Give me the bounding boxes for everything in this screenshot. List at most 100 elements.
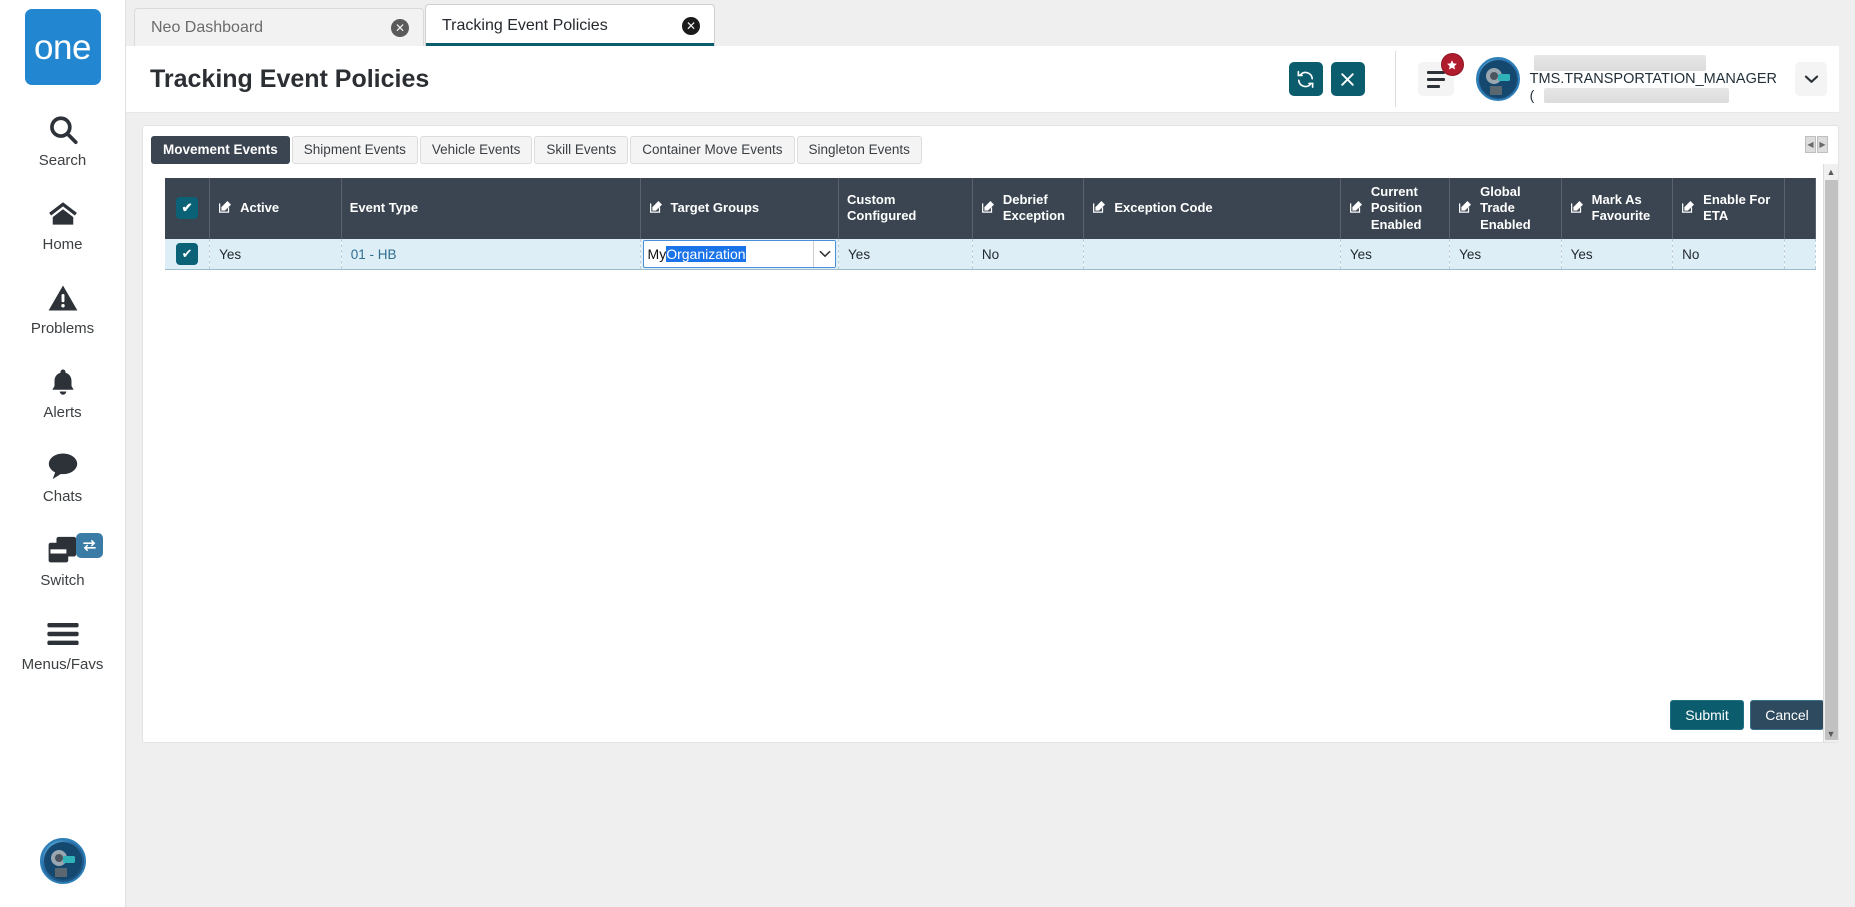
row-checkbox[interactable]: ✔: [176, 243, 199, 265]
sidebar-item-chats[interactable]: Chats: [0, 447, 125, 505]
bell-icon: [48, 363, 78, 401]
panel-tab-row: Movement Events Shipment Events Vehicle …: [143, 126, 1838, 164]
column-header-mark-as-favourite[interactable]: Mark As Favourite: [1561, 178, 1674, 239]
scroll-up-icon[interactable]: ▲: [1824, 164, 1838, 180]
warning-triangle-icon: [46, 279, 80, 317]
windows-stack-icon: [46, 531, 80, 569]
refresh-button[interactable]: [1288, 62, 1323, 96]
browser-tab-tracking-event-policies[interactable]: Tracking Event Policies ✕: [425, 4, 715, 46]
sidebar-item-label: Switch: [40, 572, 85, 589]
tab-vehicle-events[interactable]: Vehicle Events: [419, 136, 533, 164]
grid-area: ✔ Active Event Type Target Groups Custom…: [143, 164, 1838, 742]
user-info[interactable]: TMS.TRANSPORTATION_MANAGER (: [1530, 50, 1777, 108]
cell-custom-configured[interactable]: Yes: [838, 238, 973, 271]
target-groups-input[interactable]: My Organization: [644, 246, 814, 262]
column-header-label: Current Position Enabled: [1370, 184, 1423, 232]
policies-panel: Movement Events Shipment Events Vehicle …: [142, 125, 1839, 743]
app-logo[interactable]: one: [24, 9, 101, 85]
column-header-active[interactable]: Active: [209, 178, 342, 239]
sidebar-item-problems[interactable]: Problems: [0, 279, 125, 337]
cell-target-groups[interactable]: My Organization: [640, 238, 840, 271]
edit-icon: [1458, 199, 1473, 218]
app-logo-text: one: [34, 27, 91, 67]
cell-global-trade-enabled[interactable]: Yes: [1449, 238, 1562, 271]
user-name: TMS.TRANSPORTATION_MANAGER: [1529, 71, 1777, 87]
user-avatar[interactable]: [1475, 57, 1520, 101]
vertical-scrollbar[interactable]: ▲ ▼: [1823, 164, 1838, 742]
column-header-label: Mark As Favourite: [1591, 192, 1651, 224]
cell-event-type[interactable]: 01 - HB: [341, 238, 641, 271]
scroll-right-icon[interactable]: ▶: [1817, 136, 1828, 153]
cell-active[interactable]: Yes: [209, 238, 342, 271]
column-header-spacer: [1784, 178, 1817, 239]
cell-spacer: [1784, 238, 1817, 271]
tab-skill-events[interactable]: Skill Events: [534, 136, 629, 164]
column-header-label: Target Groups: [670, 200, 760, 216]
redacted-org-field: [1544, 87, 1730, 103]
edit-icon: [1092, 199, 1107, 218]
cell-current-position-enabled[interactable]: Yes: [1340, 238, 1451, 271]
scrollbar-thumb[interactable]: [1825, 180, 1838, 740]
select-all-checkbox[interactable]: ✔: [176, 197, 199, 220]
edit-icon: [218, 199, 233, 218]
sidebar-item-search[interactable]: Search: [0, 111, 125, 169]
browser-tab-label: Tracking Event Policies: [442, 16, 608, 34]
browser-tab-label: Neo Dashboard: [151, 18, 264, 36]
chat-bubble-icon: [46, 447, 80, 485]
sidebar-item-label: Chats: [42, 488, 83, 505]
tab-singleton-events[interactable]: Singleton Events: [796, 136, 922, 164]
autocomplete-suggestion: Organization: [666, 246, 746, 262]
column-header-label: Enable For ETA: [1703, 192, 1771, 224]
column-header-global-trade-enabled[interactable]: Global Trade Enabled: [1449, 178, 1562, 239]
chevron-down-icon[interactable]: [813, 241, 836, 267]
edit-icon: [1349, 199, 1364, 218]
sidebar-item-label: Alerts: [43, 404, 82, 421]
chevron-down-icon[interactable]: [1795, 62, 1827, 96]
user-org-prefix: (: [1529, 87, 1535, 103]
tab-movement-events[interactable]: Movement Events: [151, 136, 290, 164]
swap-arrows-icon[interactable]: [76, 533, 103, 558]
column-header-target-groups[interactable]: Target Groups: [640, 178, 840, 239]
scroll-down-icon[interactable]: ▼: [1824, 726, 1838, 742]
column-header-debrief-exception[interactable]: Debrief Exception: [972, 178, 1085, 239]
tab-container-move-events[interactable]: Container Move Events: [630, 136, 795, 164]
close-icon[interactable]: ✕: [391, 18, 409, 37]
avatar[interactable]: [39, 838, 86, 884]
column-header-label: Debrief Exception: [1002, 192, 1065, 224]
cell-exception-code[interactable]: [1083, 238, 1341, 271]
scroll-left-icon[interactable]: ◀: [1805, 136, 1816, 153]
sidebar-item-home[interactable]: Home: [0, 195, 125, 253]
sidebar-item-label: Menus/Favs: [21, 656, 104, 673]
sidebar-item-menus-favs[interactable]: Menus/Favs: [0, 615, 125, 673]
cell-mark-as-favourite[interactable]: Yes: [1561, 238, 1674, 271]
header-actions: TMS.TRANSPORTATION_MANAGER (: [1281, 46, 1839, 112]
edit-icon: [1681, 199, 1696, 218]
sidebar-item-alerts[interactable]: Alerts: [0, 363, 125, 421]
table-row[interactable]: ✔ Yes 01 - HB My Organization Yes No Yes…: [165, 238, 1817, 271]
column-header-exception-code[interactable]: Exception Code: [1083, 178, 1341, 239]
search-icon: [46, 111, 80, 149]
sidebar-item-switch[interactable]: Switch: [0, 531, 125, 589]
column-header-enable-for-eta[interactable]: Enable For ETA: [1672, 178, 1785, 239]
target-groups-combobox[interactable]: My Organization: [642, 240, 837, 268]
column-header-current-position-enabled[interactable]: Current Position Enabled: [1340, 178, 1451, 239]
menu-button[interactable]: [1417, 53, 1464, 96]
column-header-label: Active: [240, 200, 280, 216]
cell-enable-for-eta[interactable]: No: [1672, 238, 1785, 271]
submit-button[interactable]: Submit: [1670, 700, 1744, 730]
column-header-label: Event Type: [349, 200, 419, 216]
close-icon[interactable]: ✕: [682, 16, 700, 35]
column-header-custom-configured[interactable]: Custom Configured: [838, 178, 973, 239]
cell-debrief-exception[interactable]: No: [972, 238, 1085, 271]
column-header-label: Exception Code: [1114, 200, 1213, 216]
column-header-label: Custom Configured: [847, 192, 917, 224]
table-header-row: ✔ Active Event Type Target Groups Custom…: [165, 178, 1817, 239]
column-header-event-type[interactable]: Event Type: [341, 178, 641, 239]
cancel-button[interactable]: Cancel: [1750, 700, 1824, 730]
sidebar-item-label: Home: [42, 236, 83, 253]
sidebar-item-label: Search: [38, 152, 87, 169]
close-panel-button[interactable]: [1330, 62, 1365, 96]
select-all-header: ✔: [165, 178, 211, 239]
browser-tab-neo-dashboard[interactable]: Neo Dashboard ✕: [134, 8, 424, 46]
tab-shipment-events[interactable]: Shipment Events: [291, 136, 418, 164]
